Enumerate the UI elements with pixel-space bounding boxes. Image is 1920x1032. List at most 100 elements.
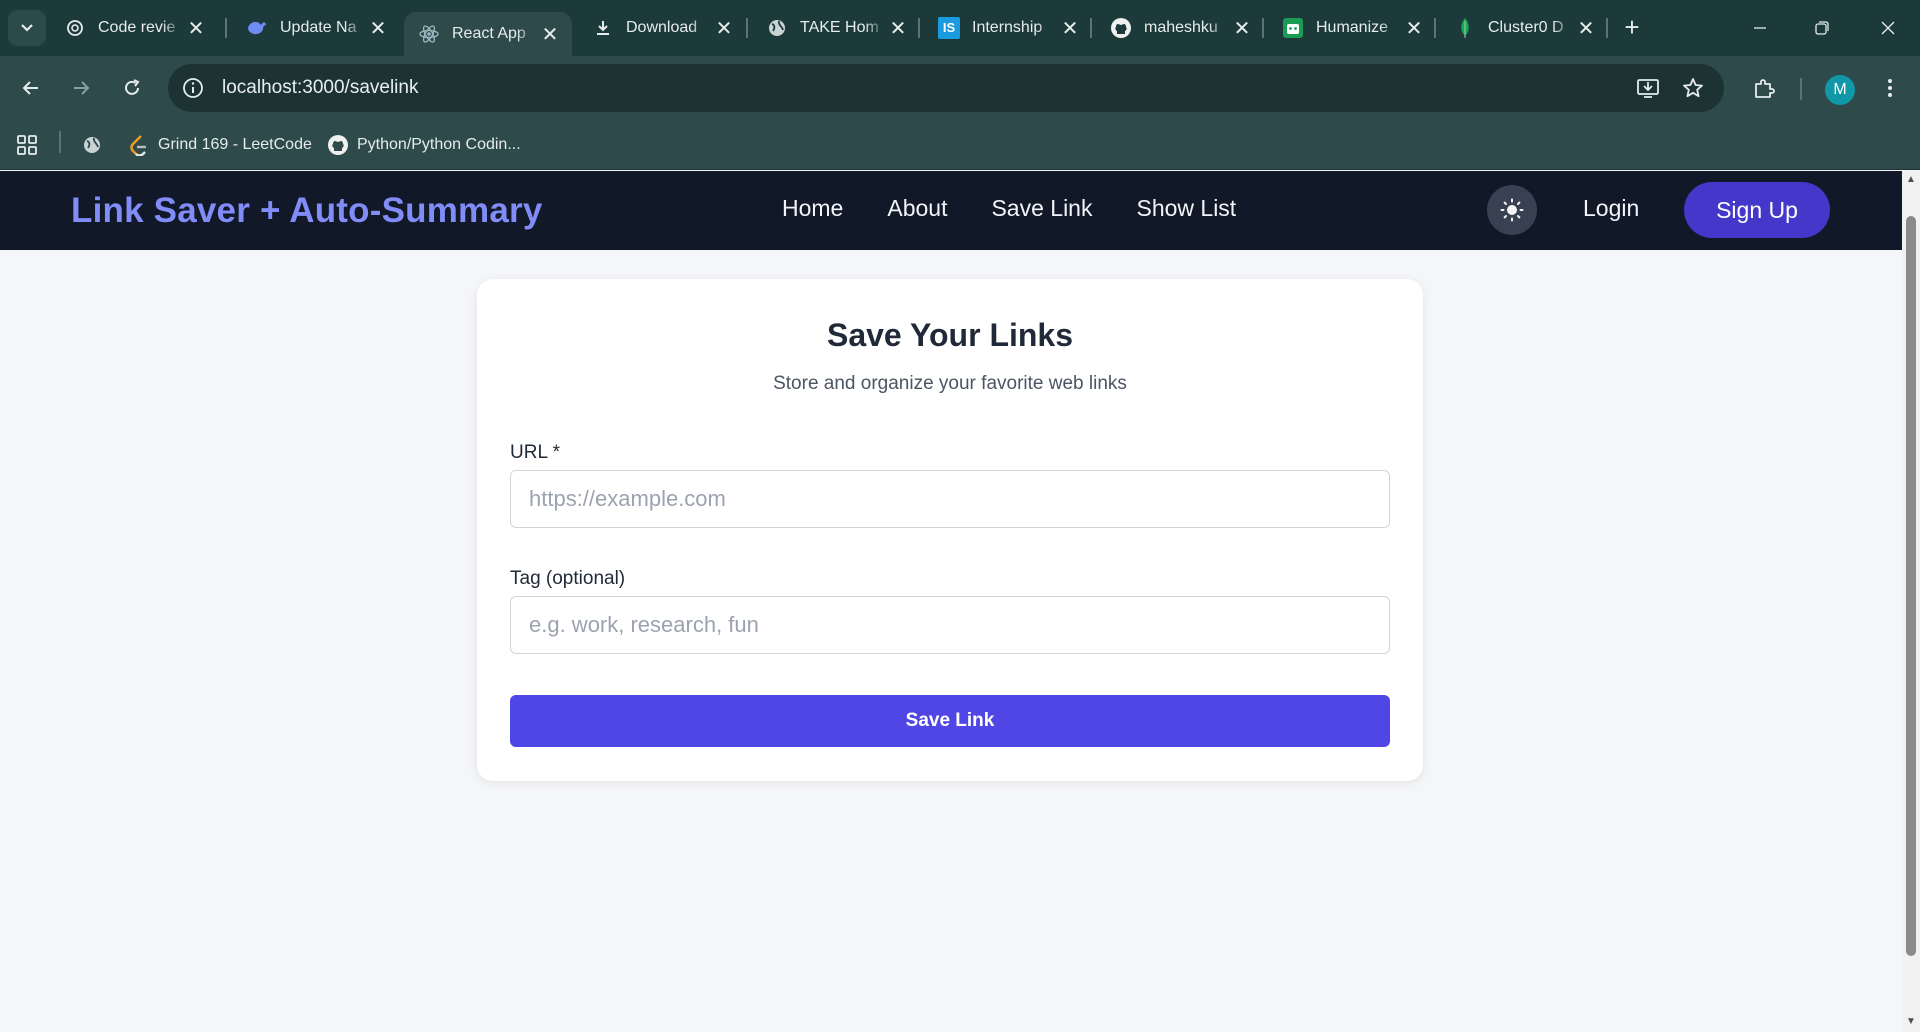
bookmark-label: Grind 169 - LeetCode bbox=[158, 136, 312, 153]
browser-tab[interactable]: Cluster0 D ✕ bbox=[1440, 10, 1608, 46]
save-link-card: Save Your Links Store and organize your … bbox=[477, 279, 1423, 781]
close-tab-icon[interactable]: ✕ bbox=[1402, 16, 1426, 40]
tab-title: TAKE Hom bbox=[800, 19, 879, 36]
browser-tab[interactable]: Update Na ✕ bbox=[232, 10, 400, 46]
humanize-icon bbox=[1282, 17, 1304, 39]
address-bar[interactable]: localhost:3000/savelink bbox=[168, 64, 1724, 112]
globe-icon bbox=[81, 134, 103, 156]
nav-about[interactable]: About bbox=[887, 195, 947, 222]
more-vertical-icon bbox=[1888, 79, 1892, 97]
url-text[interactable]: localhost:3000/savelink bbox=[222, 77, 418, 99]
form-subtitle: Store and organize your favorite web lin… bbox=[773, 373, 1127, 394]
signup-button[interactable]: Sign Up bbox=[1684, 182, 1830, 238]
tab-divider bbox=[918, 18, 920, 38]
apps-grid-icon bbox=[17, 135, 37, 155]
deepseek-icon bbox=[246, 17, 268, 39]
tag-input[interactable] bbox=[510, 596, 1390, 654]
url-label: URL * bbox=[510, 442, 560, 463]
tab-divider bbox=[225, 18, 227, 38]
github-icon bbox=[1110, 17, 1132, 39]
bookmark-leetcode[interactable]: Grind 169 - LeetCode bbox=[128, 132, 312, 158]
reload-button[interactable] bbox=[116, 72, 148, 104]
browser-menu-button[interactable] bbox=[1874, 72, 1906, 104]
browser-tab[interactable]: IS Internship ✕ bbox=[924, 10, 1092, 46]
sun-icon bbox=[1500, 198, 1524, 222]
minimize-icon bbox=[1754, 27, 1766, 29]
profile-avatar[interactable]: M bbox=[1825, 75, 1855, 105]
tab-title: React App bbox=[452, 25, 526, 42]
site-info-icon[interactable] bbox=[178, 73, 208, 103]
close-icon bbox=[1881, 21, 1895, 35]
close-tab-icon[interactable]: ✕ bbox=[712, 16, 736, 40]
scroll-thumb[interactable] bbox=[1906, 216, 1916, 956]
extensions-button[interactable] bbox=[1748, 72, 1780, 104]
close-tab-icon[interactable]: ✕ bbox=[1230, 16, 1254, 40]
bookmarks-divider bbox=[59, 131, 61, 153]
close-tab-icon[interactable]: ✕ bbox=[538, 22, 562, 46]
browser-tab-strip: Code revie ✕ Update Na ✕ React App ✕ Dow… bbox=[0, 0, 1920, 56]
tab-title: Internship bbox=[972, 19, 1043, 36]
browser-tab[interactable]: Download ✕ bbox=[578, 10, 746, 46]
app-brand[interactable]: Link Saver + Auto-Summary bbox=[71, 191, 542, 231]
bookmark-label: Python/Python Codin... bbox=[357, 136, 521, 153]
bookmark-star-icon[interactable] bbox=[1678, 73, 1708, 103]
bookmark-globe[interactable] bbox=[81, 132, 111, 158]
restore-button[interactable] bbox=[1802, 10, 1842, 46]
new-tab-button[interactable]: + bbox=[1617, 12, 1647, 42]
tab-title: Update Na bbox=[280, 19, 357, 36]
apps-button[interactable] bbox=[16, 132, 38, 158]
close-window-button[interactable] bbox=[1868, 10, 1908, 46]
tab-divider bbox=[1606, 18, 1608, 38]
tab-title: Cluster0 D bbox=[1488, 19, 1564, 36]
scroll-up-arrow-icon[interactable]: ▲ bbox=[1905, 174, 1917, 186]
reload-icon bbox=[125, 79, 140, 95]
browser-tab-active[interactable]: React App ✕ bbox=[404, 12, 572, 56]
bookmark-github-python[interactable]: Python/Python Codin... bbox=[327, 132, 521, 158]
browser-tab[interactable]: TAKE Hom ✕ bbox=[752, 10, 920, 46]
login-link[interactable]: Login bbox=[1583, 195, 1639, 222]
page-scrollbar[interactable]: ▲ ▼ bbox=[1902, 171, 1920, 1032]
nav-save-link[interactable]: Save Link bbox=[991, 195, 1092, 222]
tag-label: Tag (optional) bbox=[510, 568, 626, 589]
close-tab-icon[interactable]: ✕ bbox=[366, 16, 390, 40]
form-title: Save Your Links bbox=[826, 317, 1074, 353]
scroll-down-arrow-icon[interactable]: ▼ bbox=[1905, 1016, 1917, 1028]
url-input[interactable] bbox=[510, 470, 1390, 528]
tab-title: maheshku bbox=[1144, 19, 1218, 36]
save-link-button[interactable]: Save Link bbox=[510, 695, 1390, 747]
tab-divider bbox=[1262, 18, 1264, 38]
install-app-icon[interactable] bbox=[1633, 73, 1663, 103]
close-tab-icon[interactable]: ✕ bbox=[184, 16, 208, 40]
tab-search-button[interactable] bbox=[8, 10, 46, 46]
forward-button[interactable] bbox=[65, 72, 97, 104]
tab-title: Humanize bbox=[1316, 19, 1389, 36]
close-tab-icon[interactable]: ✕ bbox=[886, 16, 910, 40]
arrow-left-icon bbox=[22, 81, 38, 95]
back-button[interactable] bbox=[15, 72, 47, 104]
close-tab-icon[interactable]: ✕ bbox=[1574, 16, 1598, 40]
nav-links: Home About Save Link Show List bbox=[782, 195, 1236, 222]
restore-icon bbox=[1815, 21, 1829, 35]
globe-icon bbox=[766, 17, 788, 39]
browser-tab[interactable]: maheshku ✕ bbox=[1096, 10, 1264, 46]
mongodb-leaf-icon bbox=[1454, 17, 1476, 39]
toolbar-divider bbox=[1800, 78, 1802, 100]
github-icon bbox=[327, 134, 349, 156]
nav-show-list[interactable]: Show List bbox=[1136, 195, 1236, 222]
nav-home[interactable]: Home bbox=[782, 195, 843, 222]
is-icon: IS bbox=[938, 17, 960, 39]
theme-toggle-button[interactable] bbox=[1487, 185, 1537, 235]
page-viewport: Link Saver + Auto-Summary Home About Sav… bbox=[0, 171, 1902, 1032]
app-navbar: Link Saver + Auto-Summary Home About Sav… bbox=[0, 171, 1902, 250]
browser-tab[interactable]: Humanize ✕ bbox=[1268, 10, 1436, 46]
is-badge: IS bbox=[938, 17, 960, 39]
chevron-down-icon bbox=[21, 24, 33, 32]
close-tab-icon[interactable]: ✕ bbox=[1058, 16, 1082, 40]
react-icon bbox=[418, 23, 440, 45]
browser-tab[interactable]: Code revie ✕ bbox=[50, 10, 218, 46]
tab-divider bbox=[1090, 18, 1092, 38]
tab-divider bbox=[746, 18, 748, 38]
bookmarks-bar: Grind 169 - LeetCode Python/Python Codin… bbox=[0, 122, 1920, 170]
tab-title: Download bbox=[626, 19, 698, 36]
minimize-button[interactable] bbox=[1740, 10, 1780, 46]
